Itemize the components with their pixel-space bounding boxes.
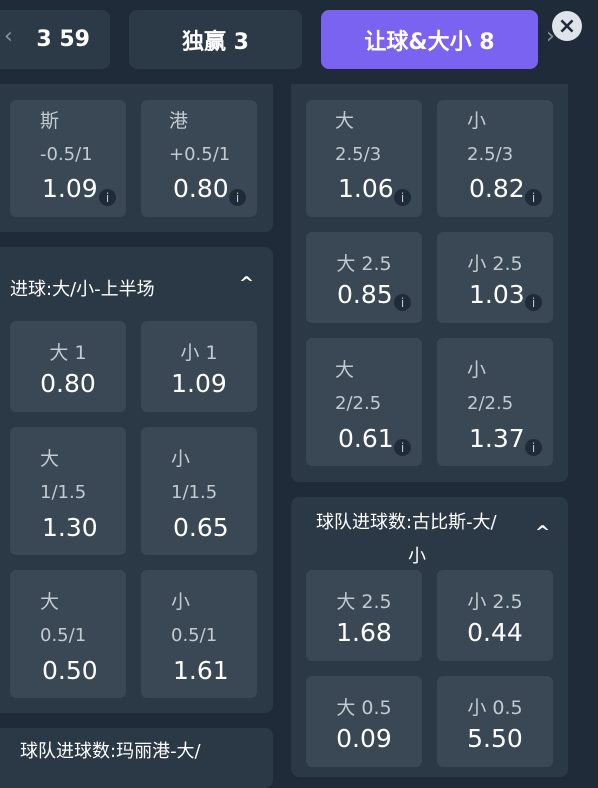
info-icon[interactable]: i — [394, 439, 411, 456]
odds-label: 大 — [335, 359, 355, 381]
odds-cell[interactable]: 小 0.5 5.50 — [437, 676, 553, 767]
odds-line: -0.5/1 — [40, 144, 93, 165]
odds-label: 小 0.5 — [467, 697, 523, 719]
odds-label: 小 — [171, 591, 191, 613]
odds-value: 1.61 — [173, 656, 229, 685]
tab-label: 3 59 — [36, 27, 90, 52]
info-icon[interactable]: i — [394, 294, 411, 311]
odds-label: 小 2.5 — [467, 253, 523, 275]
close-icon[interactable]: × — [552, 11, 582, 41]
tab-all[interactable]: 3 59 — [0, 10, 110, 69]
odds-line: 2.5/3 — [467, 144, 514, 165]
odds-label: 大 1 — [49, 342, 87, 364]
odds-value: 1.09 — [171, 369, 227, 398]
odds-line: 0.5/1 — [171, 625, 218, 646]
odds-label: 小 — [171, 448, 191, 470]
odds-line: 1/1.5 — [40, 482, 87, 503]
odds-cell[interactable]: 大 2.5 0.85 i — [306, 232, 422, 323]
odds-cell[interactable]: 小 1 1.09 — [141, 321, 257, 412]
tab-handicap-total[interactable]: 让球&大小 8 — [321, 10, 538, 69]
info-icon[interactable]: i — [229, 189, 246, 206]
odds-cell[interactable]: 大 0.5 0.09 — [306, 676, 422, 767]
odds-cell[interactable]: 小 2.5/3 0.82 i — [437, 100, 553, 217]
odds-label: 小 — [467, 110, 487, 132]
odds-label: 斯 — [40, 110, 60, 132]
odds-cell[interactable]: 大 0.5/1 0.50 — [10, 570, 126, 698]
odds-value: 0.80 — [40, 369, 96, 398]
odds-label: 大 — [40, 591, 60, 613]
odds-cell[interactable]: 小 0.5/1 1.61 — [141, 570, 257, 698]
odds-value: 0.50 — [42, 656, 98, 685]
odds-value: 0.09 — [336, 724, 392, 753]
info-icon[interactable]: i — [99, 189, 116, 206]
odds-label: 小 1 — [180, 342, 218, 364]
odds-cell[interactable]: 港 +0.5/1 0.80 i — [141, 100, 257, 217]
scroll-left-icon[interactable]: ‹ — [4, 24, 13, 49]
odds-cell[interactable]: 斯 -0.5/1 1.09 i — [10, 100, 126, 217]
odds-value: 1.68 — [336, 618, 392, 647]
odds-cell[interactable]: 大 2.5 1.68 — [306, 570, 422, 661]
odds-value: 5.50 — [467, 724, 523, 753]
odds-value: 0.65 — [173, 513, 229, 542]
odds-line: 0.5/1 — [40, 625, 87, 646]
info-icon[interactable]: i — [525, 189, 542, 206]
odds-line: 2.5/3 — [335, 144, 382, 165]
odds-line: +0.5/1 — [169, 144, 231, 165]
collapse-caret-icon[interactable]: ^ — [239, 273, 254, 294]
odds-label: 大 0.5 — [336, 697, 392, 719]
tab-label: 独赢 3 — [182, 29, 249, 55]
odds-value: 0.44 — [467, 618, 523, 647]
odds-cell[interactable]: 大 2.5/3 1.06 i — [306, 100, 422, 217]
odds-cell[interactable]: 小 2.5 1.03 i — [437, 232, 553, 323]
odds-cell[interactable]: 大 1/1.5 1.30 — [10, 427, 126, 555]
close-glyph: × — [557, 13, 577, 39]
odds-line: 1/1.5 — [171, 482, 218, 503]
odds-cell[interactable]: 小 1/1.5 0.65 — [141, 427, 257, 555]
tab-label: 让球&大小 8 — [364, 29, 495, 55]
odds-cell[interactable]: 小 2.5 0.44 — [437, 570, 553, 661]
market-title: 球队进球数:玛丽港-大/ — [20, 741, 201, 762]
odds-value: 1.30 — [42, 513, 98, 542]
odds-label: 大 2.5 — [336, 591, 392, 613]
odds-label: 大 — [40, 448, 60, 470]
odds-label: 小 — [467, 359, 487, 381]
odds-cell[interactable]: 大 1 0.80 — [10, 321, 126, 412]
odds-label: 港 — [169, 110, 189, 132]
market-title: 进球:大/小-上半场 — [10, 279, 155, 300]
odds-label: 小 2.5 — [467, 591, 523, 613]
odds-label: 大 — [335, 110, 355, 132]
market-title-continued: 小 — [408, 546, 426, 567]
market-title: 球队进球数:古比斯-大/ — [316, 512, 497, 533]
collapse-caret-icon[interactable]: ^ — [535, 522, 550, 543]
odds-cell[interactable]: 小 2/2.5 1.37 i — [437, 338, 553, 466]
info-icon[interactable]: i — [394, 189, 411, 206]
market-tab-bar: 3 59 ‹ 独赢 3 让球&大小 8 › — [0, 0, 598, 84]
odds-label: 大 2.5 — [336, 253, 392, 275]
odds-line: 2/2.5 — [335, 393, 382, 414]
tab-moneyline[interactable]: 独赢 3 — [129, 10, 302, 69]
info-icon[interactable]: i — [525, 294, 542, 311]
odds-cell[interactable]: 大 2/2.5 0.61 i — [306, 338, 422, 466]
info-icon[interactable]: i — [525, 439, 542, 456]
odds-line: 2/2.5 — [467, 393, 514, 414]
